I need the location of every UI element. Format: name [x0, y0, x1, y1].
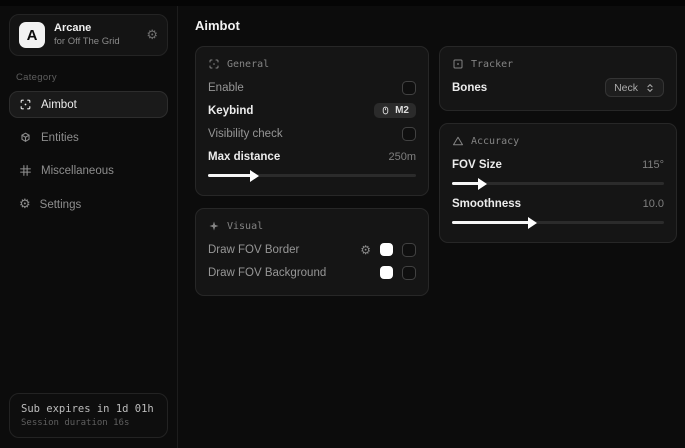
app-name: Arcane	[54, 22, 137, 36]
session-duration-text: Session duration 16s	[21, 418, 156, 428]
main-content: Aimbot General Enable	[178, 6, 685, 448]
subscription-card: Sub expires in 1d 01h Session duration 1…	[9, 393, 168, 438]
app-subtitle: for Off The Grid	[54, 36, 137, 48]
sidebar-item-label: Aimbot	[41, 99, 77, 111]
visual-panel-icon	[208, 220, 220, 232]
max-distance-value: 250m	[388, 151, 416, 163]
keybind-button[interactable]: M2	[374, 103, 416, 118]
gear-icon: ⚙	[19, 197, 31, 212]
general-panel: General Enable Keybind M2	[195, 46, 429, 196]
cube-scan-icon	[19, 131, 32, 144]
visual-panel-title: Visual	[227, 221, 263, 232]
accuracy-panel-title: Accuracy	[471, 136, 519, 147]
smoothness-row: Smoothness 10.0	[452, 192, 664, 215]
tracker-panel-title: Tracker	[471, 59, 513, 70]
page-title: Aimbot	[195, 18, 677, 33]
accuracy-panel-icon	[452, 135, 464, 147]
grid-icon	[19, 164, 32, 177]
visibility-check-row: Visibility check	[208, 122, 416, 145]
sidebar-item-label: Entities	[41, 132, 79, 144]
bones-row: Bones Neck	[452, 76, 664, 99]
crosshair-icon	[19, 98, 32, 111]
bones-label: Bones	[452, 82, 487, 94]
enable-checkbox[interactable]	[402, 81, 416, 95]
general-panel-icon	[208, 58, 220, 70]
chevron-up-down-icon	[645, 83, 655, 93]
visual-panel: Visual Draw FOV Border ⚙ Draw FOV Backgr…	[195, 208, 429, 296]
draw-fov-background-checkbox[interactable]	[402, 266, 416, 280]
fov-size-label: FOV Size	[452, 159, 502, 171]
app-logo-card: A Arcane for Off The Grid ⚙	[9, 14, 168, 56]
smoothness-slider[interactable]	[452, 221, 664, 224]
max-distance-row: Max distance 250m	[208, 145, 416, 168]
keybind-row: Keybind M2	[208, 99, 416, 122]
draw-fov-background-row: Draw FOV Background	[208, 261, 416, 284]
sidebar-item-miscellaneous[interactable]: Miscellaneous	[9, 157, 168, 184]
fov-size-slider[interactable]	[452, 182, 664, 185]
sidebar-item-settings[interactable]: ⚙ Settings	[9, 190, 168, 219]
max-distance-label: Max distance	[208, 151, 280, 163]
fov-size-row: FOV Size 115°	[452, 153, 664, 176]
slider-thumb[interactable]	[528, 217, 537, 229]
mouse-icon	[381, 105, 390, 116]
tracker-panel: Tracker Bones Neck	[439, 46, 677, 111]
sidebar-nav: Aimbot Entities Miscellaneous ⚙ Settings	[9, 91, 168, 225]
settings-gear-icon[interactable]: ⚙	[146, 28, 158, 43]
draw-fov-background-label: Draw FOV Background	[208, 267, 326, 279]
sidebar-item-label: Settings	[40, 199, 82, 211]
draw-fov-border-checkbox[interactable]	[402, 243, 416, 257]
tracker-panel-icon	[452, 58, 464, 70]
keybind-value: M2	[395, 105, 409, 116]
category-label: Category	[16, 72, 168, 83]
smoothness-value: 10.0	[643, 198, 664, 210]
sidebar-item-entities[interactable]: Entities	[9, 124, 168, 151]
visibility-check-checkbox[interactable]	[402, 127, 416, 141]
sidebar-item-label: Miscellaneous	[41, 165, 114, 177]
fov-size-value: 115°	[642, 159, 664, 171]
visibility-check-label: Visibility check	[208, 128, 283, 140]
slider-thumb[interactable]	[478, 178, 487, 190]
enable-label: Enable	[208, 82, 244, 94]
bones-selected-value: Neck	[614, 82, 638, 94]
slider-thumb[interactable]	[250, 170, 259, 182]
accuracy-panel: Accuracy FOV Size 115° Smoothness 10.0	[439, 123, 677, 243]
fov-border-settings-gear-icon[interactable]: ⚙	[360, 243, 371, 257]
enable-row: Enable	[208, 76, 416, 99]
sidebar: A Arcane for Off The Grid ⚙ Category Aim…	[0, 6, 178, 448]
fov-background-color-swatch[interactable]	[380, 266, 393, 279]
draw-fov-border-label: Draw FOV Border	[208, 244, 299, 256]
general-panel-title: General	[227, 59, 269, 70]
max-distance-slider[interactable]	[208, 174, 416, 177]
keybind-label: Keybind	[208, 105, 253, 117]
bones-dropdown[interactable]: Neck	[605, 78, 664, 97]
fov-border-color-swatch[interactable]	[380, 243, 393, 256]
draw-fov-border-row: Draw FOV Border ⚙	[208, 238, 416, 261]
smoothness-label: Smoothness	[452, 198, 521, 210]
app-logo: A	[19, 22, 45, 48]
app-window: A Arcane for Off The Grid ⚙ Category Aim…	[0, 0, 685, 448]
sidebar-item-aimbot[interactable]: Aimbot	[9, 91, 168, 118]
sub-expires-text: Sub expires in 1d 01h	[21, 403, 156, 415]
